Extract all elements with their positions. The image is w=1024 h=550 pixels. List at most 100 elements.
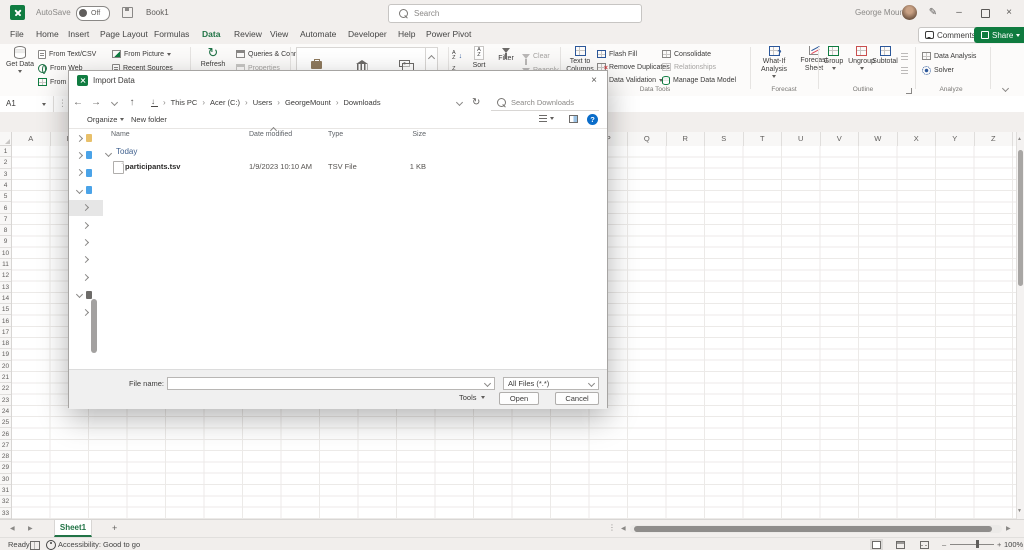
row-header-21[interactable]: 21 [0, 372, 11, 383]
chevron-right-icon[interactable] [82, 204, 89, 211]
row-header-24[interactable]: 24 [0, 406, 11, 417]
minimize-button[interactable]: – [952, 6, 966, 20]
excel-app-icon[interactable] [10, 5, 25, 20]
organize-button[interactable]: Organize [87, 115, 124, 124]
from-text-csv-button[interactable]: From Text/CSV [38, 48, 96, 60]
help-button[interactable]: ? [587, 114, 598, 125]
tab-page-layout[interactable]: Page Layout [98, 26, 150, 44]
row-header-33[interactable]: 33 [0, 508, 11, 519]
search-input[interactable]: Search [388, 4, 642, 23]
row-header-13[interactable]: 13 [0, 282, 11, 293]
nav-scrollbar-thumb[interactable] [91, 299, 97, 353]
row-header-11[interactable]: 11 [0, 259, 11, 270]
get-data-button[interactable]: Get Data [4, 46, 36, 92]
zoom-level[interactable]: 100% [1004, 540, 1023, 549]
nav-item[interactable] [69, 252, 103, 268]
nav-item[interactable] [69, 287, 103, 303]
column-header-name[interactable]: Name [111, 131, 130, 138]
share-button[interactable]: Share [974, 27, 1024, 43]
breadcrumb-users[interactable]: Users [253, 98, 273, 107]
row-header-12[interactable]: 12 [0, 270, 11, 281]
stocks-icon[interactable] [311, 61, 322, 69]
forward-button[interactable]: → [87, 97, 105, 108]
row-header-30[interactable]: 30 [0, 474, 11, 485]
row-header-25[interactable]: 25 [0, 417, 11, 428]
column-header-date-modified[interactable]: Date modified [249, 131, 292, 138]
macro-record-icon[interactable] [30, 541, 40, 550]
nav-item[interactable] [69, 130, 103, 146]
chevron-right-icon[interactable] [76, 152, 83, 159]
row-header-7[interactable]: 7 [0, 214, 11, 225]
group-collapse-chevron-icon[interactable] [105, 150, 112, 157]
row-header-4[interactable]: 4 [0, 180, 11, 191]
chevron-right-icon[interactable] [82, 274, 89, 281]
new-folder-button[interactable]: New folder [131, 115, 167, 124]
outline-dialog-launcher[interactable] [906, 88, 912, 94]
normal-view-button[interactable] [872, 541, 881, 549]
column-header-T[interactable]: T [744, 132, 783, 146]
view-mode-button[interactable] [539, 115, 554, 122]
dialog-close-button[interactable]: × [587, 74, 601, 88]
sheet-next-icon[interactable]: ▶ [28, 525, 33, 532]
row-header-6[interactable]: 6 [0, 203, 11, 214]
zoom-in-button[interactable]: + [997, 540, 1001, 549]
zoom-out-button[interactable]: – [942, 540, 946, 549]
row-header-15[interactable]: 15 [0, 304, 11, 315]
row-header-5[interactable]: 5 [0, 191, 11, 202]
save-icon[interactable] [122, 7, 133, 18]
file-type-select[interactable]: All Files (*.*) [503, 377, 599, 390]
column-header-Q[interactable]: Q [628, 132, 667, 146]
scroll-down-icon[interactable]: ▼ [1017, 508, 1022, 514]
new-sheet-button[interactable]: + [112, 523, 117, 533]
tab-home[interactable]: Home [34, 26, 61, 44]
refresh-icon[interactable]: ↻ [472, 97, 480, 108]
chevron-down-icon[interactable] [76, 187, 83, 194]
splitter-icon[interactable]: ⋮ [608, 523, 616, 532]
tab-data[interactable]: Data [200, 26, 222, 46]
breadcrumb-downloads[interactable]: Downloads [344, 98, 381, 107]
row-header-32[interactable]: 32 [0, 496, 11, 507]
column-header-X[interactable]: X [898, 132, 937, 146]
drag-handle-icon[interactable]: ⋮ [58, 98, 67, 109]
row-header-18[interactable]: 18 [0, 338, 11, 349]
address-dropdown-chevron-icon[interactable] [456, 98, 463, 105]
group-label-today[interactable]: Today [116, 147, 137, 156]
nav-item[interactable] [69, 269, 103, 285]
from-picture-button[interactable]: From Picture [112, 48, 171, 60]
column-header-R[interactable]: R [667, 132, 706, 146]
close-button[interactable]: × [1002, 6, 1016, 20]
column-header-type[interactable]: Type [328, 131, 343, 138]
page-break-view-button[interactable] [920, 541, 929, 549]
tab-help[interactable]: Help [396, 26, 417, 44]
horizontal-scrollbar-thumb[interactable] [634, 526, 992, 532]
file-name-input[interactable] [167, 377, 495, 390]
zoom-slider-knob[interactable] [976, 540, 979, 548]
row-header-31[interactable]: 31 [0, 485, 11, 496]
row-header-16[interactable]: 16 [0, 316, 11, 327]
row-header-28[interactable]: 28 [0, 451, 11, 462]
row-header-3[interactable]: 3 [0, 169, 11, 180]
tools-button[interactable]: Tools [459, 393, 485, 402]
chevron-right-icon[interactable] [82, 239, 89, 246]
flash-fill-button[interactable]: Flash Fill [597, 48, 637, 60]
row-header-2[interactable]: 2 [0, 157, 11, 168]
nav-item[interactable] [69, 165, 103, 181]
chevron-right-icon[interactable] [82, 256, 89, 263]
nav-item[interactable] [69, 234, 103, 250]
row-header-1[interactable]: 1 [0, 146, 11, 157]
column-header-V[interactable]: V [821, 132, 860, 146]
breadcrumb-georgemount[interactable]: GeorgeMount [285, 98, 331, 107]
tab-formulas[interactable]: Formulas [152, 26, 191, 44]
tab-insert[interactable]: Insert [66, 26, 91, 44]
nav-item[interactable] [69, 200, 103, 216]
scroll-up-icon[interactable]: ▲ [1017, 136, 1022, 142]
back-button[interactable]: ← [69, 97, 87, 108]
tab-automate[interactable]: Automate [298, 26, 338, 44]
restore-button[interactable] [981, 9, 990, 18]
autosave-toggle[interactable]: Off [76, 6, 110, 21]
select-all-button[interactable] [0, 132, 12, 146]
chevron-up-icon[interactable] [428, 55, 435, 62]
currency-icon[interactable] [399, 60, 410, 67]
tab-developer[interactable]: Developer [346, 26, 389, 44]
manage-data-model-button[interactable]: Manage Data Model [662, 74, 736, 86]
